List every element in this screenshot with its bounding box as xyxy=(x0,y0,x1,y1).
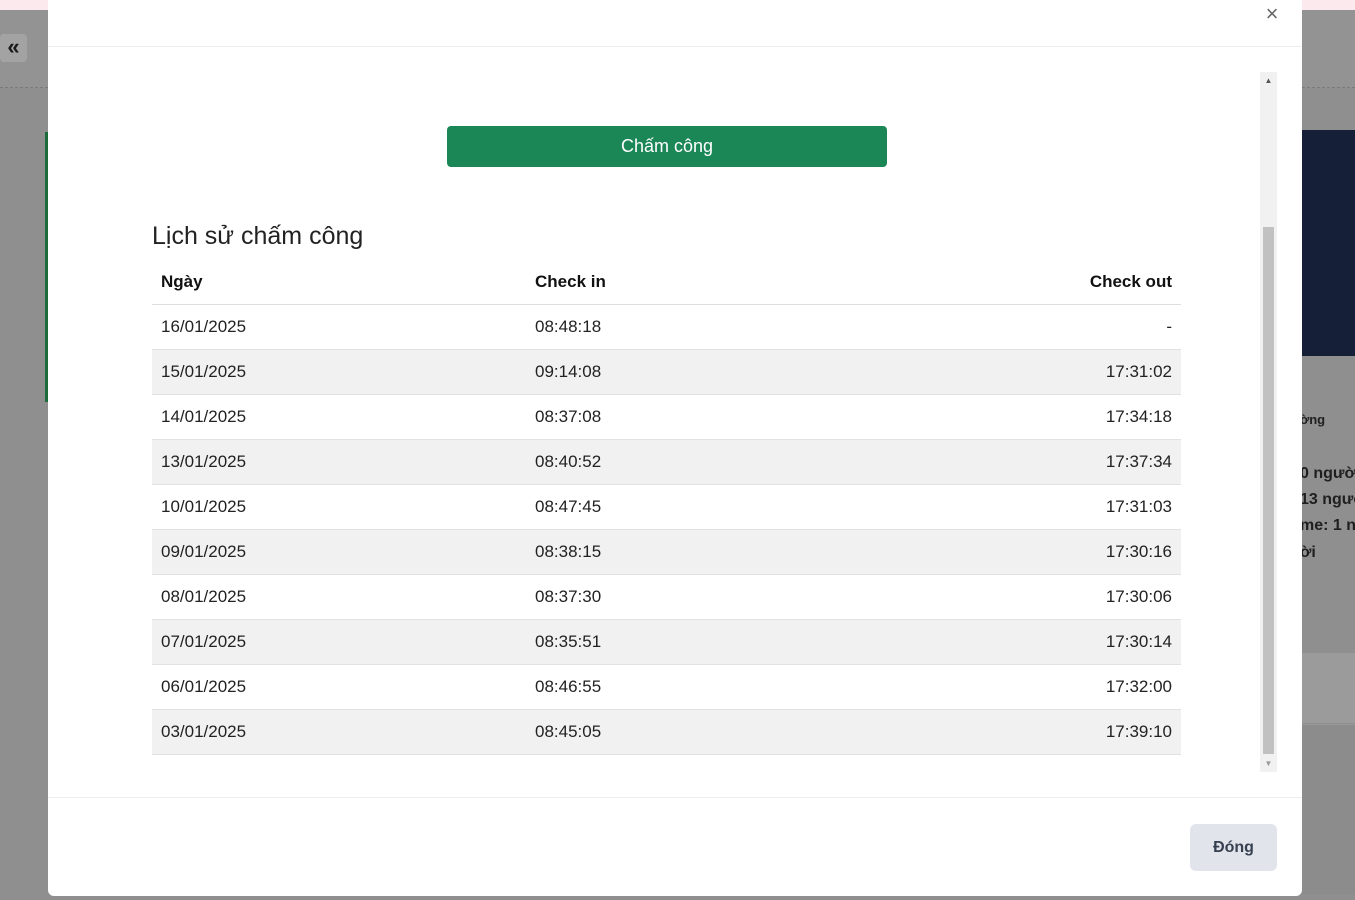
background-text: ờng xyxy=(1300,412,1326,427)
table-row: 08/01/2025 08:37:30 17:30:06 xyxy=(152,574,1181,620)
background-banner xyxy=(1300,130,1355,356)
close-modal-button[interactable]: Đóng xyxy=(1190,824,1277,871)
check-in-cell: 08:48:18 xyxy=(526,304,826,350)
close-icon[interactable]: × xyxy=(1262,2,1282,26)
check-in-cell: 08:47:45 xyxy=(526,484,826,530)
table-row: 03/01/2025 08:45:05 17:39:10 xyxy=(152,709,1181,755)
column-header-check-out: Check out xyxy=(826,260,1181,305)
background-text: ời xyxy=(1300,544,1316,561)
scrollbar-thumb[interactable] xyxy=(1263,227,1274,754)
date-cell: 07/01/2025 xyxy=(152,619,526,665)
table-row: 14/01/2025 08:37:08 17:34:18 xyxy=(152,394,1181,440)
table-row: 09/01/2025 08:38:15 17:30:16 xyxy=(152,529,1181,575)
background-text: me: 1 n xyxy=(1300,517,1355,534)
column-header-check-in: Check in xyxy=(526,260,826,305)
check-in-cell: 08:40:52 xyxy=(526,439,826,485)
check-out-cell: 17:39:10 xyxy=(826,709,1181,755)
modal-footer: Đóng xyxy=(48,797,1302,896)
table-row: 16/01/2025 08:48:18 - xyxy=(152,304,1181,350)
date-cell: 03/01/2025 xyxy=(152,709,526,755)
checkin-button[interactable]: Chấm công xyxy=(447,126,887,167)
table-row: 10/01/2025 08:47:45 17:31:03 xyxy=(152,484,1181,530)
background-panel xyxy=(1300,653,1355,723)
check-in-cell: 08:46:55 xyxy=(526,664,826,710)
history-title: Lịch sử chấm công xyxy=(152,222,364,250)
check-out-cell: 17:30:14 xyxy=(826,619,1181,665)
check-out-cell: 17:31:02 xyxy=(826,349,1181,395)
table-row: 15/01/2025 09:14:08 17:31:02 xyxy=(152,349,1181,395)
date-cell: 14/01/2025 xyxy=(152,394,526,440)
date-cell: 08/01/2025 xyxy=(152,574,526,620)
check-in-cell: 08:35:51 xyxy=(526,619,826,665)
check-out-cell: - xyxy=(826,304,1181,350)
check-out-cell: 17:30:06 xyxy=(826,574,1181,620)
sidebar-collapse-icon[interactable]: « xyxy=(0,34,27,62)
check-out-cell: 17:37:34 xyxy=(826,439,1181,485)
triangle-down-icon[interactable]: ▼ xyxy=(1260,755,1277,772)
background-text: 0 người xyxy=(1300,465,1355,482)
attendance-history-table: Ngày Check in Check out 16/01/2025 08:48… xyxy=(152,260,1181,755)
column-header-date: Ngày xyxy=(152,260,526,305)
background-text: 13 người xyxy=(1300,491,1355,508)
check-out-cell: 17:31:03 xyxy=(826,484,1181,530)
date-cell: 16/01/2025 xyxy=(152,304,526,350)
modal-scrollbar[interactable]: ▲ ▼ xyxy=(1260,72,1277,772)
date-cell: 09/01/2025 xyxy=(152,529,526,575)
check-in-cell: 08:37:30 xyxy=(526,574,826,620)
check-out-cell: 17:30:16 xyxy=(826,529,1181,575)
attendance-modal: × Chấm công Lịch sử chấm công Ngày Check… xyxy=(48,0,1302,896)
modal-body: Chấm công Lịch sử chấm công Ngày Check i… xyxy=(48,47,1302,797)
modal-header: × xyxy=(48,0,1302,47)
check-in-cell: 08:38:15 xyxy=(526,529,826,575)
check-in-cell: 08:45:05 xyxy=(526,709,826,755)
date-cell: 13/01/2025 xyxy=(152,439,526,485)
triangle-up-icon[interactable]: ▲ xyxy=(1260,72,1277,89)
table-row: 07/01/2025 08:35:51 17:30:14 xyxy=(152,619,1181,665)
check-in-cell: 09:14:08 xyxy=(526,349,826,395)
table-header-row: Ngày Check in Check out xyxy=(152,260,1181,305)
check-out-cell: 17:32:00 xyxy=(826,664,1181,710)
date-cell: 10/01/2025 xyxy=(152,484,526,530)
table-row: 13/01/2025 08:40:52 17:37:34 xyxy=(152,439,1181,485)
date-cell: 06/01/2025 xyxy=(152,664,526,710)
table-row: 06/01/2025 08:46:55 17:32:00 xyxy=(152,664,1181,710)
check-out-cell: 17:34:18 xyxy=(826,394,1181,440)
check-in-cell: 08:37:08 xyxy=(526,394,826,440)
date-cell: 15/01/2025 xyxy=(152,349,526,395)
background-panel xyxy=(1300,724,1355,894)
